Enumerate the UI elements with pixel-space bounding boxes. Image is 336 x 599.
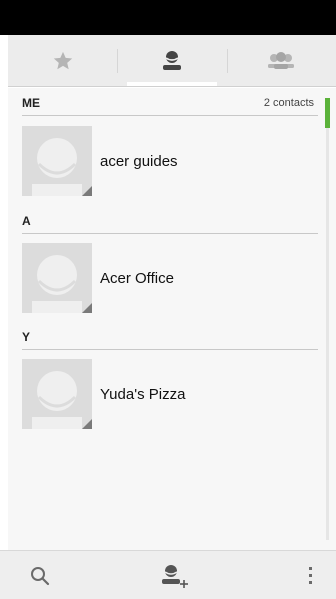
quick-contact-corner bbox=[82, 303, 92, 313]
search-icon bbox=[31, 566, 50, 585]
tab-groups[interactable] bbox=[226, 35, 336, 86]
section-letter: A bbox=[22, 213, 31, 228]
overflow-menu-icon bbox=[309, 566, 312, 584]
contact-name: acer guides bbox=[100, 152, 178, 170]
section-letter: Y bbox=[22, 329, 31, 344]
add-contact-icon bbox=[162, 564, 188, 588]
section-header-y: Y bbox=[22, 324, 318, 350]
contact-row-acer-guides[interactable]: acer guides bbox=[22, 126, 318, 196]
add-contact-button[interactable] bbox=[152, 551, 196, 599]
contact-count: 2 contacts bbox=[263, 96, 314, 109]
tab-contacts[interactable] bbox=[117, 35, 226, 86]
tab-bar bbox=[8, 35, 336, 87]
avatar[interactable] bbox=[22, 126, 92, 196]
avatar[interactable] bbox=[22, 243, 92, 313]
quick-contact-corner bbox=[82, 186, 92, 196]
quick-contact-corner bbox=[82, 419, 92, 429]
contact-row-acer-office[interactable]: Acer Office bbox=[22, 243, 318, 313]
overflow-menu-button[interactable] bbox=[296, 551, 326, 599]
tab-favorites[interactable] bbox=[8, 35, 117, 86]
contact-row-yudas-pizza[interactable]: Yuda's Pizza bbox=[22, 359, 318, 429]
status-bar bbox=[0, 0, 336, 35]
section-letter: ME bbox=[22, 95, 40, 110]
section-header-a: A bbox=[22, 208, 318, 234]
scrollbar-thumb[interactable] bbox=[325, 98, 330, 128]
avatar[interactable] bbox=[22, 359, 92, 429]
contact-name: Yuda's Pizza bbox=[100, 385, 186, 403]
group-icon bbox=[268, 51, 295, 69]
contact-list[interactable]: ME 2 contacts acer guides A Acer Office … bbox=[8, 88, 336, 550]
contact-name: Acer Office bbox=[100, 269, 174, 287]
section-header-me: ME 2 contacts bbox=[22, 90, 318, 116]
star-icon bbox=[53, 51, 72, 69]
person-icon bbox=[162, 50, 181, 70]
scrollbar-track[interactable] bbox=[326, 128, 329, 540]
search-button[interactable] bbox=[20, 551, 60, 599]
bottom-action-bar bbox=[0, 550, 336, 599]
